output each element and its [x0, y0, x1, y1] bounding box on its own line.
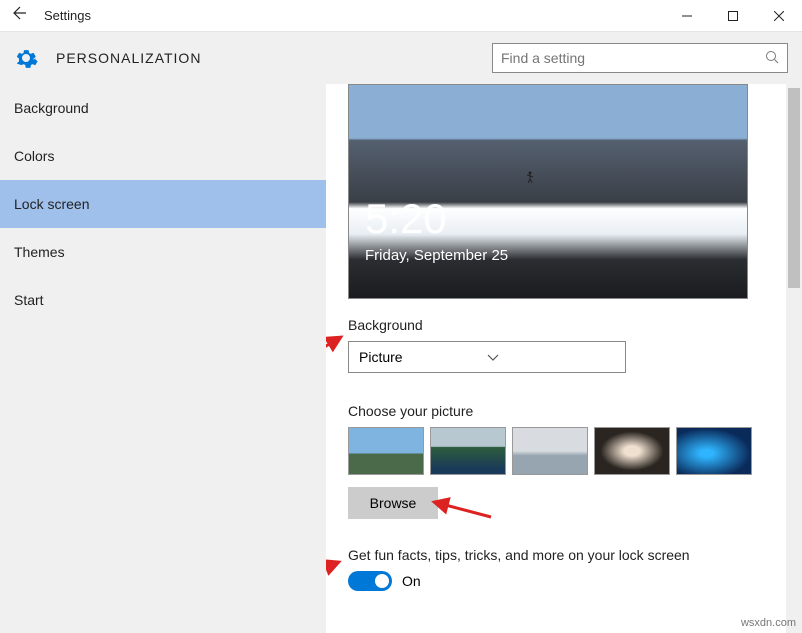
page-title: PERSONALIZATION — [56, 50, 201, 66]
close-icon — [774, 11, 784, 21]
window-title: Settings — [44, 8, 91, 23]
close-button[interactable] — [756, 0, 802, 32]
sidebar-item-colors[interactable]: Colors — [0, 132, 326, 180]
maximize-icon — [728, 11, 738, 21]
sidebar-item-label: Themes — [14, 244, 65, 260]
picture-thumb-2[interactable] — [430, 427, 506, 475]
hiker-icon — [526, 171, 534, 183]
minimize-button[interactable] — [664, 0, 710, 32]
back-button[interactable] — [0, 5, 40, 26]
search-input[interactable] — [501, 50, 765, 66]
watermark: wsxdn.com — [741, 617, 796, 629]
picture-thumb-3[interactable] — [512, 427, 588, 475]
titlebar: Settings — [0, 0, 802, 32]
browse-button[interactable]: Browse — [348, 487, 438, 519]
search-icon — [765, 50, 779, 67]
sidebar-item-label: Colors — [14, 148, 54, 164]
window-controls — [664, 0, 802, 32]
minimize-icon — [682, 11, 692, 21]
sidebar-item-background[interactable]: Background — [0, 84, 326, 132]
picture-thumb-4[interactable] — [594, 427, 670, 475]
sidebar-item-label: Start — [14, 292, 44, 308]
preview-date: Friday, September 25 — [365, 247, 508, 264]
toggle-knob — [375, 574, 389, 588]
scrollbar-thumb[interactable] — [788, 88, 800, 288]
header: PERSONALIZATION — [0, 32, 802, 84]
content-area: 5:20 Friday, September 25 Background Pic… — [326, 84, 802, 633]
sidebar-item-label: Lock screen — [14, 196, 89, 212]
dropdown-value: Picture — [359, 349, 487, 365]
fun-facts-label: Get fun facts, tips, tricks, and more on… — [348, 547, 782, 563]
sidebar-item-start[interactable]: Start — [0, 276, 326, 324]
background-dropdown[interactable]: Picture — [348, 341, 626, 373]
toggle-state-label: On — [402, 573, 421, 589]
sidebar-item-themes[interactable]: Themes — [0, 228, 326, 276]
lock-screen-preview: 5:20 Friday, September 25 — [348, 84, 748, 299]
gear-icon — [14, 46, 38, 70]
sidebar-item-label: Background — [14, 100, 89, 116]
picture-thumb-5[interactable] — [676, 427, 752, 475]
sidebar-item-lock-screen[interactable]: Lock screen — [0, 180, 326, 228]
maximize-button[interactable] — [710, 0, 756, 32]
sidebar: Background Colors Lock screen Themes Sta… — [0, 84, 326, 633]
scrollbar[interactable] — [786, 84, 802, 633]
arrow-left-icon — [12, 5, 28, 21]
background-label: Background — [348, 317, 782, 333]
fun-facts-toggle[interactable] — [348, 571, 392, 591]
choose-picture-label: Choose your picture — [348, 403, 782, 419]
search-box[interactable] — [492, 43, 788, 73]
preview-time: 5:20 — [365, 195, 447, 243]
chevron-down-icon — [487, 349, 615, 365]
picture-thumbnails — [348, 427, 782, 475]
picture-thumb-1[interactable] — [348, 427, 424, 475]
annotation-arrow-3 — [326, 554, 346, 584]
